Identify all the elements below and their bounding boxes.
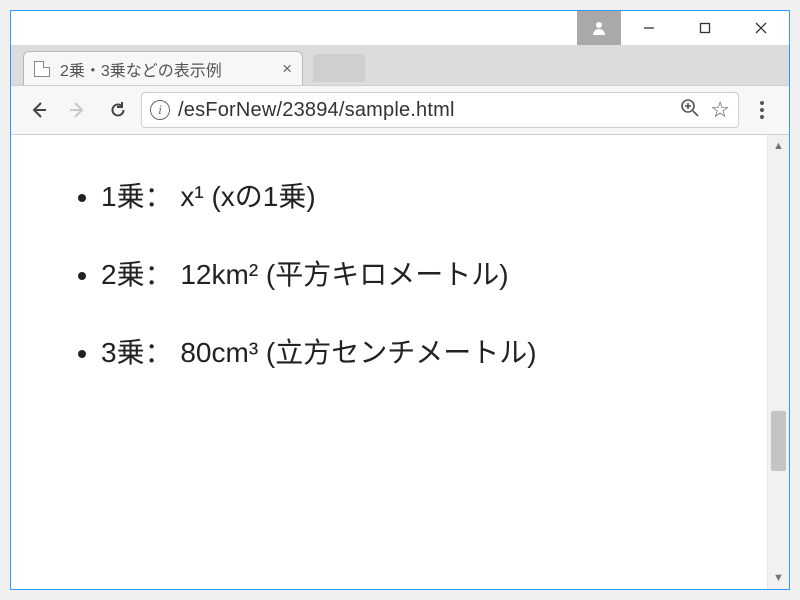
page-viewport: 1乗： x¹ (xの1乗) 2乗： 12km² (平方キロメートル) 3乗： 8…: [11, 135, 789, 589]
site-info-icon[interactable]: i: [150, 100, 170, 120]
omnibox-actions: ☆: [680, 97, 730, 123]
arrow-right-icon: [68, 100, 88, 120]
scroll-up-button[interactable]: ▲: [768, 135, 789, 157]
nav-reload-button[interactable]: [101, 93, 135, 127]
arrow-left-icon: [28, 100, 48, 120]
scroll-thumb[interactable]: [771, 411, 786, 471]
tab-strip: 2乗・3乗などの表示例 ×: [11, 45, 789, 85]
browser-tab-active[interactable]: 2乗・3乗などの表示例 ×: [23, 51, 303, 85]
kebab-icon: [760, 101, 764, 119]
bookmark-star-icon[interactable]: ☆: [710, 97, 730, 123]
close-icon: [755, 22, 767, 34]
url-text: /esForNew/23894/sample.html: [178, 99, 455, 122]
browser-window: 2乗・3乗などの表示例 × i /esForNew/23894/sample.h…: [10, 10, 790, 590]
list-item: 3乗： 80cm³ (立方センチメートル): [101, 331, 737, 371]
list-item-text: 3乗： 80cm³ (立方センチメートル): [101, 337, 537, 368]
window-maximize-button[interactable]: [677, 11, 733, 45]
tab-title: 2乗・3乗などの表示例: [60, 57, 222, 81]
list-item: 1乗： x¹ (xの1乗): [101, 175, 737, 215]
reload-icon: [108, 100, 128, 120]
list-item-text: 1乗： x¹ (xの1乗): [101, 181, 316, 212]
page-content: 1乗： x¹ (xの1乗) 2乗： 12km² (平方キロメートル) 3乗： 8…: [11, 135, 767, 589]
list-item: 2乗： 12km² (平方キロメートル): [101, 253, 737, 293]
nav-forward-button: [61, 93, 95, 127]
file-icon: [34, 61, 50, 77]
zoom-icon[interactable]: [680, 98, 700, 123]
browser-menu-button[interactable]: [745, 93, 779, 127]
exponent-list: 1乗： x¹ (xの1乗) 2乗： 12km² (平方キロメートル) 3乗： 8…: [71, 175, 737, 371]
user-profile-button[interactable]: [577, 11, 621, 45]
nav-back-button[interactable]: [21, 93, 55, 127]
maximize-icon: [699, 22, 711, 34]
titlebar-spacer: [11, 11, 577, 45]
scroll-track[interactable]: [768, 157, 789, 567]
tab-close-button[interactable]: ×: [282, 60, 292, 77]
toolbar: i /esForNew/23894/sample.html ☆: [11, 85, 789, 135]
address-bar[interactable]: i /esForNew/23894/sample.html ☆: [141, 92, 739, 128]
window-minimize-button[interactable]: [621, 11, 677, 45]
minimize-icon: [643, 22, 655, 34]
new-tab-placeholder[interactable]: [313, 54, 365, 82]
scroll-down-button[interactable]: ▼: [768, 567, 789, 589]
person-icon: [591, 20, 607, 36]
window-titlebar: [11, 11, 789, 45]
vertical-scrollbar[interactable]: ▲ ▼: [767, 135, 789, 589]
window-close-button[interactable]: [733, 11, 789, 45]
list-item-text: 2乗： 12km² (平方キロメートル): [101, 259, 509, 290]
